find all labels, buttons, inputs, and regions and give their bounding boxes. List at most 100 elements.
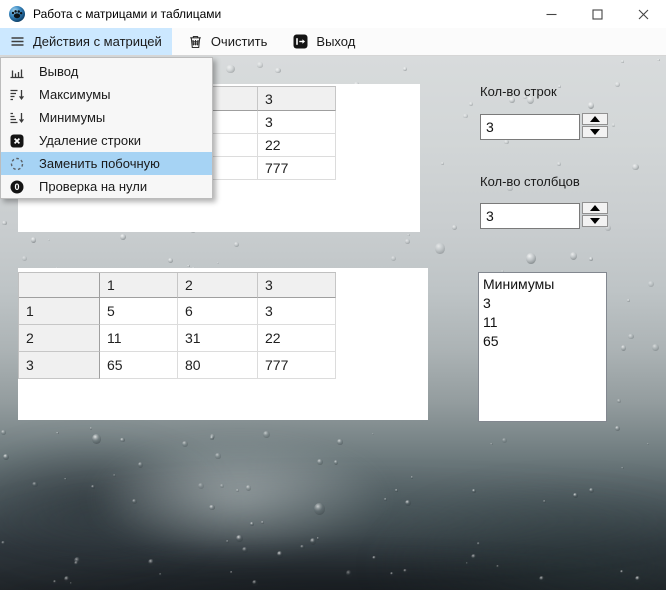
menu-item-minimums[interactable]: Минимумы — [1, 106, 212, 129]
grid-cell[interactable]: 3 — [258, 111, 336, 134]
rain-droplet — [435, 243, 445, 254]
minimize-button[interactable] — [528, 0, 574, 28]
grid-cell[interactable]: 80 — [178, 352, 258, 379]
rain-droplet — [120, 233, 127, 240]
menu-item-zero-check[interactable]: 0 Проверка на нули — [1, 175, 212, 198]
grid-cell[interactable]: 22 — [258, 134, 336, 157]
grid-row-header: 2 — [19, 325, 100, 352]
rain-droplet — [372, 555, 377, 560]
menu-item-output[interactable]: Вывод — [1, 60, 212, 83]
matrix-actions-menu: Вывод Максимумы Минимумы Удаление строки… — [0, 57, 213, 199]
rain-droplet — [588, 257, 593, 262]
rain-droplet — [219, 484, 224, 489]
menu-item-maximums[interactable]: Максимумы — [1, 83, 212, 106]
rain-droplet — [316, 537, 319, 540]
rain-droplet — [471, 488, 476, 493]
rain-droplet — [504, 139, 509, 144]
delete-row-icon — [10, 134, 24, 147]
rain-droplet — [120, 438, 125, 443]
grid-cell[interactable]: 11 — [100, 325, 178, 352]
grid-cell[interactable]: 22 — [258, 325, 336, 352]
rain-droplet — [131, 498, 137, 504]
menu-item-label: Максимумы — [39, 87, 111, 102]
close-button[interactable] — [620, 0, 666, 28]
listbox-item[interactable]: Минимумы — [483, 275, 602, 294]
maximize-button[interactable] — [574, 0, 620, 28]
grid-cell[interactable]: 777 — [258, 157, 336, 180]
rain-droplet — [635, 575, 641, 582]
grid-row-header: 3 — [19, 352, 100, 379]
rain-droplet — [1, 540, 6, 545]
rain-droplet — [236, 535, 243, 543]
listbox-item[interactable]: 65 — [483, 332, 602, 351]
rain-droplet — [557, 85, 561, 89]
spin-down-button[interactable] — [582, 215, 608, 227]
grid-corner-cell — [19, 273, 100, 298]
rain-droplet — [465, 562, 468, 565]
rain-droplet — [0, 430, 6, 435]
rain-droplet — [652, 343, 660, 351]
menu-item-replace-diagonal[interactable]: Заменить побочную — [1, 152, 212, 175]
menu-item-label: Минимумы — [39, 110, 106, 125]
menubar-item-label: Очистить — [210, 34, 268, 49]
rain-droplet — [621, 60, 624, 63]
cols-count-label: Кол-во столбцов — [480, 174, 580, 189]
exit-icon — [293, 34, 308, 49]
rain-droplet — [621, 466, 624, 469]
rain-droplet — [614, 82, 621, 88]
rain-droplet — [187, 264, 190, 268]
rain-droplet — [406, 233, 410, 237]
grid-cell[interactable]: 5 — [100, 298, 178, 325]
rain-droplet — [89, 427, 93, 431]
spin-up-button[interactable] — [582, 202, 608, 214]
spin-up-button[interactable] — [582, 113, 608, 125]
listbox-item[interactable]: 3 — [483, 294, 602, 313]
menubar-item-clear[interactable]: Очистить — [178, 28, 278, 55]
sort-ascending-icon — [10, 112, 24, 123]
rain-droplet — [215, 453, 221, 459]
close-icon — [638, 9, 648, 19]
minimums-listbox[interactable]: Минимумы 3 11 65 — [478, 272, 607, 422]
rain-droplet — [209, 504, 215, 511]
rain-droplet — [384, 497, 388, 502]
rain-droplet — [587, 102, 594, 110]
grid-col-header: 1 — [100, 273, 178, 298]
rain-droplet — [573, 493, 578, 498]
rain-droplet — [74, 560, 79, 566]
client-area: 3 3 22 777 1 2 3 1 5 6 3 2 11 31 22 3 65… — [0, 56, 666, 590]
cols-count-input[interactable] — [480, 203, 580, 229]
rows-count-input[interactable] — [480, 114, 580, 140]
rain-droplet — [69, 582, 73, 585]
rain-droplet — [47, 238, 50, 241]
menu-item-delete-row[interactable]: Удаление строки — [1, 129, 212, 152]
rain-droplet — [501, 438, 507, 444]
menubar-item-exit[interactable]: Выход — [283, 28, 365, 55]
grid-cell[interactable]: 6 — [178, 298, 258, 325]
rain-droplet — [570, 252, 578, 261]
maximize-icon — [591, 8, 603, 20]
rain-droplet — [588, 487, 594, 493]
rain-droplet — [345, 570, 353, 578]
listbox-item[interactable]: 11 — [483, 313, 602, 332]
rain-droplet — [395, 489, 398, 492]
rain-droplet — [648, 281, 655, 288]
grid-cell[interactable]: 65 — [100, 352, 178, 379]
rain-droplet — [469, 102, 474, 107]
grid-cell[interactable]: 3 — [258, 298, 336, 325]
spin-down-button[interactable] — [582, 126, 608, 138]
rain-droplet — [275, 68, 281, 74]
grid-cell[interactable]: 777 — [258, 352, 336, 379]
rain-droplet — [557, 162, 562, 167]
rain-droplet — [402, 67, 407, 72]
rain-droplet — [656, 58, 660, 62]
rain-droplet — [229, 570, 233, 574]
rain-droplet — [463, 113, 468, 118]
grid-cell[interactable]: 31 — [178, 325, 258, 352]
matrix-grid-bottom: 1 2 3 1 5 6 3 2 11 31 22 3 65 80 777 — [18, 272, 336, 379]
minimize-icon — [546, 13, 556, 15]
trash-icon — [190, 35, 201, 49]
menu-item-label: Проверка на нули — [39, 179, 148, 194]
rain-droplet — [611, 123, 616, 127]
zero-check-icon: 0 — [10, 180, 24, 193]
menubar-item-matrix-actions[interactable]: Действия с матрицей — [0, 28, 172, 55]
